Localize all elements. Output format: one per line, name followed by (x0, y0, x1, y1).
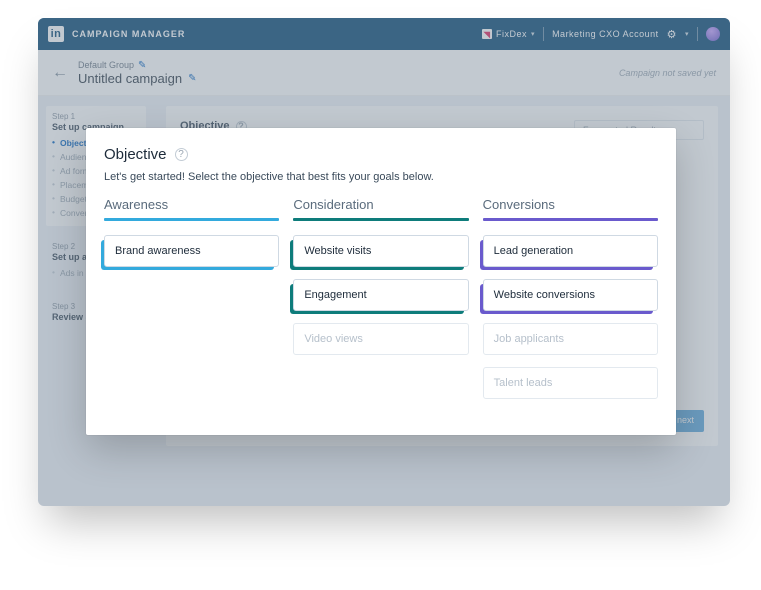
category-bar (293, 218, 468, 221)
objective-job-applicants: Job applicants (483, 323, 658, 355)
modal-subtitle: Let's get started! Select the objective … (104, 171, 658, 183)
page-header: ← Default Group ✎ Untitled campaign ✎ Ca… (38, 50, 730, 96)
chevron-down-icon: ▾ (685, 30, 689, 38)
category-label: Consideration (293, 197, 468, 218)
category-bar (104, 218, 279, 221)
category-bar (483, 218, 658, 221)
objective-website-conversions[interactable]: Website conversions (483, 279, 658, 311)
breadcrumb[interactable]: Default Group ✎ (78, 60, 196, 71)
objective-brand-awareness[interactable]: Brand awareness (104, 235, 279, 267)
modal-title: Objective ? (104, 146, 658, 163)
save-status: Campaign not saved yet (619, 68, 716, 78)
category-label: Awareness (104, 197, 279, 218)
avatar[interactable] (706, 27, 720, 41)
app-brand: CAMPAIGN MANAGER (72, 29, 185, 39)
column-consideration: Consideration Website visits Engagement … (293, 197, 468, 411)
help-icon[interactable]: ? (175, 148, 188, 161)
objective-website-visits[interactable]: Website visits (293, 235, 468, 267)
objective-video-views: Video views (293, 323, 468, 355)
objective-talent-leads: Talent leads (483, 367, 658, 399)
back-arrow-icon[interactable]: ← (52, 64, 68, 82)
linkedin-logo-icon: in (48, 26, 64, 42)
pencil-icon[interactable]: ✎ (138, 60, 146, 71)
objective-modal: Objective ? Let's get started! Select th… (86, 128, 676, 435)
account-name: Marketing CXO Account (552, 29, 659, 39)
objective-engagement[interactable]: Engagement (293, 279, 468, 311)
pencil-icon[interactable]: ✎ (188, 73, 196, 84)
column-awareness: Awareness Brand awareness (104, 197, 279, 411)
chevron-down-icon: ▾ (531, 30, 535, 38)
objective-lead-generation[interactable]: Lead generation (483, 235, 658, 267)
account-switcher[interactable]: ◥ FixDex ▾ Marketing CXO Account ⚙ ▾ (482, 27, 720, 41)
company-icon: ◥ (482, 29, 492, 39)
column-conversions: Conversions Lead generation Website conv… (483, 197, 658, 411)
company-name: FixDex (496, 29, 527, 39)
category-label: Conversions (483, 197, 658, 218)
top-nav: in CAMPAIGN MANAGER ◥ FixDex ▾ Marketing… (38, 18, 730, 50)
gear-icon[interactable]: ⚙ (667, 28, 677, 41)
campaign-title[interactable]: Untitled campaign ✎ (78, 71, 196, 86)
